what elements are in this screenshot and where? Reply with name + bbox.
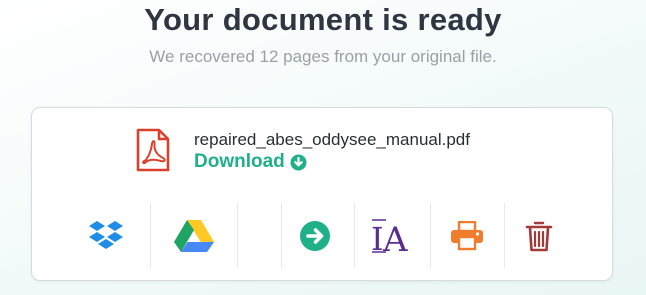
trash-icon: [525, 221, 553, 252]
divider: [430, 203, 431, 268]
svg-text:I: I: [371, 220, 384, 255]
send-file-button[interactable]: [293, 214, 337, 258]
divider: [354, 203, 355, 268]
printer-icon: [451, 221, 483, 251]
divider: [150, 203, 151, 268]
file-name: repaired_abes_oddysee_manual.pdf: [194, 130, 470, 149]
google-drive-icon: [174, 220, 214, 252]
page-title: Your document is ready: [144, 2, 502, 37]
font-translate-icon: I A: [371, 219, 408, 255]
svg-text:A: A: [382, 220, 408, 255]
download-arrow-icon: [290, 154, 307, 170]
document-card: repaired_abes_oddysee_manual.pdf Downloa…: [31, 107, 613, 281]
download-link[interactable]: Download: [194, 151, 307, 173]
save-to-dropbox-button[interactable]: [84, 214, 128, 258]
divider: [237, 203, 238, 268]
download-label: Download: [194, 151, 285, 172]
pdf-file-icon: [136, 128, 170, 172]
arrow-right-circle-icon: [300, 221, 330, 251]
print-button[interactable]: [445, 214, 489, 258]
dropbox-icon: [89, 221, 123, 249]
divider: [281, 203, 282, 268]
divider: [504, 203, 505, 268]
delete-button[interactable]: [517, 214, 561, 258]
page-subtitle: We recovered 12 pages from your original…: [149, 47, 497, 66]
font-tool-button[interactable]: I A: [370, 214, 414, 258]
save-to-google-drive-button[interactable]: [172, 214, 216, 258]
